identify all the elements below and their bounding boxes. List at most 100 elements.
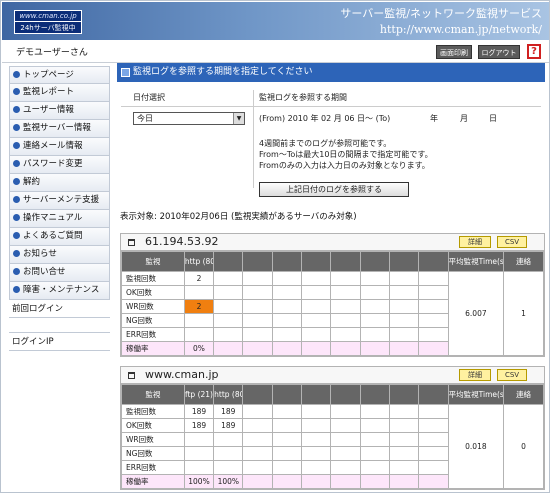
sidebar-item-outage[interactable]: 障害・メンテナンス bbox=[9, 282, 110, 300]
table-cell bbox=[242, 299, 273, 314]
bullet-icon bbox=[13, 232, 20, 239]
date-select-label: 日付選択 bbox=[133, 93, 165, 102]
table-cell bbox=[389, 271, 420, 286]
table-cell bbox=[271, 271, 303, 286]
bullet-icon bbox=[13, 286, 20, 293]
table-cell bbox=[389, 432, 420, 447]
table-cell bbox=[213, 285, 244, 300]
table-cell bbox=[389, 299, 420, 314]
table-cell bbox=[359, 285, 391, 300]
chevron-down-icon[interactable]: ▼ bbox=[233, 113, 244, 124]
table-cell bbox=[418, 474, 449, 489]
section-title-bar: 監視ログを参照する期間を指定してください bbox=[117, 63, 545, 82]
server-icon bbox=[128, 372, 135, 379]
bullet-icon bbox=[13, 178, 20, 185]
monitor-table: 監視 ftp (21) http (80) 平均監視Time(s) 連絡 監視回… bbox=[121, 384, 544, 489]
table-cell bbox=[330, 446, 361, 461]
sidebar-item-news[interactable]: お知らせ bbox=[9, 246, 110, 264]
from-date-text: (From) 2010 年 02 月 06 日〜 (To) bbox=[259, 114, 391, 123]
bullet-icon bbox=[13, 214, 20, 221]
table-cell bbox=[213, 341, 244, 356]
csv-button[interactable]: CSV bbox=[497, 236, 527, 248]
print-button[interactable]: 画面印刷 bbox=[436, 45, 472, 59]
logo-tagline: 24hサーバ監視中 bbox=[20, 24, 76, 32]
table-cell bbox=[301, 341, 332, 356]
bullet-icon bbox=[13, 142, 20, 149]
table-cell bbox=[418, 271, 449, 286]
row-label: ERR回数 bbox=[121, 327, 185, 342]
table-cell bbox=[359, 404, 391, 419]
col-header: ftp (21) bbox=[183, 384, 215, 405]
server-icon bbox=[128, 239, 135, 246]
sidebar-item-maintenance-support[interactable]: サーバーメンテ支援 bbox=[9, 192, 110, 210]
col-header bbox=[359, 251, 391, 272]
logout-button[interactable]: ログアウト bbox=[478, 45, 520, 59]
date-select[interactable]: 今日 ▼ bbox=[133, 112, 245, 125]
table-cell bbox=[330, 341, 361, 356]
help-icon[interactable]: ? bbox=[527, 44, 541, 59]
date-select-value: 今日 bbox=[137, 114, 153, 123]
col-header bbox=[359, 384, 391, 405]
csv-button[interactable]: CSV bbox=[497, 369, 527, 381]
table-cell bbox=[359, 418, 391, 433]
display-target-text: 表示対象: 2010年02月06日 (監視実績があるサーバのみ対象) bbox=[120, 212, 357, 222]
sidebar-item-contact[interactable]: お問い合せ bbox=[9, 264, 110, 282]
detail-button[interactable]: 詳細 bbox=[459, 236, 491, 248]
row-label: 監視回数 bbox=[121, 404, 185, 419]
sidebar-item-mail-info[interactable]: 連絡メール情報 bbox=[9, 138, 110, 156]
row-label: NG回数 bbox=[121, 313, 185, 328]
sidebar-item-report[interactable]: 監視レポート bbox=[9, 84, 110, 102]
table-cell bbox=[301, 418, 332, 433]
bullet-icon bbox=[13, 250, 20, 257]
table-cell bbox=[359, 474, 391, 489]
table-cell bbox=[330, 313, 361, 328]
table-cell bbox=[389, 418, 420, 433]
table-cell bbox=[301, 432, 332, 447]
table-cell bbox=[271, 446, 303, 461]
form-divider bbox=[121, 106, 541, 107]
col-header bbox=[418, 251, 449, 272]
view-log-button[interactable]: 上記日付のログを参照する bbox=[259, 182, 409, 197]
table-cell bbox=[271, 418, 303, 433]
site-header: www.cman.co.jp 24hサーバ監視中 サーバー監視/ネットワーク監視… bbox=[2, 2, 549, 40]
sidebar-item-manual[interactable]: 操作マニュアル bbox=[9, 210, 110, 228]
sidebar-item-user-info[interactable]: ユーザー情報 bbox=[9, 102, 110, 120]
table-cell bbox=[418, 299, 449, 314]
detail-button[interactable]: 詳細 bbox=[459, 369, 491, 381]
sidebar-item-faq[interactable]: よくあるご質問 bbox=[9, 228, 110, 246]
table-cell bbox=[213, 299, 244, 314]
table-cell: 100% bbox=[213, 474, 244, 489]
col-header bbox=[330, 384, 361, 405]
table-cell bbox=[242, 327, 273, 342]
table-cell bbox=[301, 285, 332, 300]
table-cell bbox=[213, 327, 244, 342]
table-cell bbox=[242, 418, 273, 433]
sidebar-item-password[interactable]: パスワード変更 bbox=[9, 156, 110, 174]
section-title: 監視ログを参照する期間を指定してください bbox=[133, 67, 313, 77]
table-cell bbox=[389, 446, 420, 461]
sidebar-item-server-info[interactable]: 監視サーバー情報 bbox=[9, 120, 110, 138]
table-cell bbox=[389, 341, 420, 356]
table-cell bbox=[183, 446, 215, 461]
table-cell bbox=[418, 460, 449, 475]
sidebar-item-top[interactable]: トップページ bbox=[9, 66, 110, 84]
row-label: WR回数 bbox=[121, 299, 185, 314]
table-cell bbox=[418, 432, 449, 447]
table-cell bbox=[301, 460, 332, 475]
table-cell: 100% bbox=[183, 474, 215, 489]
brand-block: サーバー監視/ネットワーク監視サービス http://www.cman.jp/n… bbox=[340, 6, 542, 38]
table-cell bbox=[301, 446, 332, 461]
site-logo[interactable]: www.cman.co.jp 24hサーバ監視中 bbox=[14, 10, 82, 34]
table-cell bbox=[389, 404, 420, 419]
table-cell bbox=[330, 299, 361, 314]
table-cell bbox=[183, 432, 215, 447]
table-cell bbox=[389, 313, 420, 328]
sidebar-item-cancel[interactable]: 解約 bbox=[9, 174, 110, 192]
table-cell: 189 bbox=[183, 404, 215, 419]
user-bar: デモユーザーさん 画面印刷 ログアウト ? bbox=[2, 41, 549, 63]
note-line-2: From〜Toは最大10日の間隔まで指定可能です。 bbox=[259, 150, 433, 159]
table-cell bbox=[330, 271, 361, 286]
table-cell bbox=[242, 404, 273, 419]
server-panel: 61.194.53.92 詳細 CSV 監視 http (80) 平 bbox=[120, 233, 545, 357]
server-header: www.cman.jp 詳細 CSV bbox=[121, 367, 544, 384]
